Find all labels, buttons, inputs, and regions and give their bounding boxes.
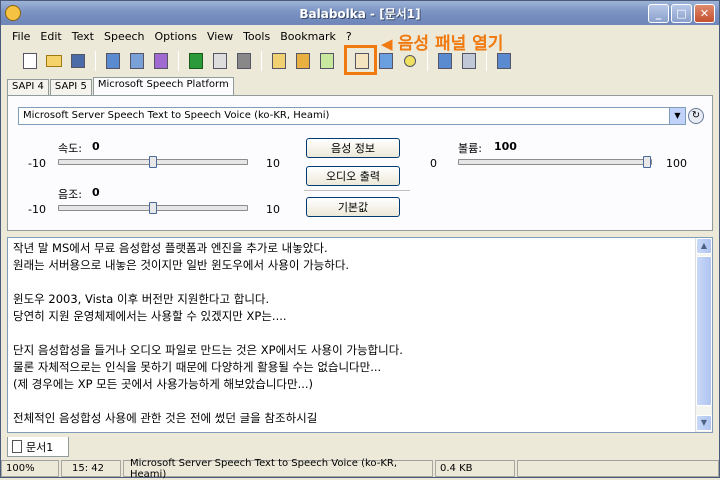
split-audio-icon[interactable] <box>126 50 148 72</box>
tab-speech-platform[interactable]: Microsoft Speech Platform <box>92 77 234 96</box>
status-bar: 100% 15: 42 Microsoft Server Speech Text… <box>1 458 719 480</box>
voice-select[interactable]: Microsoft Server Speech Text to Speech V… <box>18 107 686 125</box>
app-window: Balabolka - [문서1] _ □ ✕ File Edit Text S… <box>0 0 720 480</box>
close-button[interactable]: ✕ <box>694 4 715 23</box>
rate-label: 속도: <box>58 142 82 155</box>
minimize-button[interactable]: _ <box>648 4 669 23</box>
status-empty <box>517 460 719 477</box>
stop-icon[interactable] <box>233 50 255 72</box>
text-editor[interactable]: 작년 말 MS에서 무료 음성합성 플랫폼과 엔진을 추가로 내놓았다. 원래는… <box>7 237 713 433</box>
rate-slider[interactable] <box>58 156 248 168</box>
editor-line: 당연히 지원 운영체제에서는 사용할 수 있겠지만 XP는.... <box>13 309 287 323</box>
batch-convert-icon[interactable] <box>150 50 172 72</box>
scroll-thumb[interactable] <box>696 256 712 406</box>
maximize-button[interactable]: □ <box>671 4 692 23</box>
save-audio-icon[interactable] <box>102 50 124 72</box>
defaults-button[interactable]: 기본값 <box>306 197 400 217</box>
annotation-label: ◀ 음성 패널 열기 <box>381 34 504 54</box>
vertical-scrollbar[interactable]: ▲ ▼ <box>695 238 712 432</box>
pitch-slider[interactable] <box>58 202 248 214</box>
pitch-max: 10 <box>266 203 280 216</box>
annotation-text: 음성 패널 열기 <box>397 34 504 54</box>
scroll-down-icon[interactable]: ▼ <box>696 415 712 431</box>
tab-sapi5[interactable]: SAPI 5 <box>49 79 92 96</box>
editor-line: (제 경우에는 XP 모든 곳에서 사용가능하게 해보았습니다만...) <box>13 377 314 391</box>
menu-speech[interactable]: Speech <box>99 30 150 43</box>
volume-label: 볼륨: <box>458 142 482 155</box>
menu-options[interactable]: Options <box>150 30 202 43</box>
status-position: 15: 42 <box>61 460 121 477</box>
pause-icon[interactable] <box>209 50 231 72</box>
clipboard-icon[interactable] <box>268 50 290 72</box>
open-folder-icon[interactable] <box>43 50 65 72</box>
audio-output-button[interactable]: 오디오 출력 <box>306 166 400 186</box>
status-size: 0.4 KB <box>435 460 515 477</box>
volume-max: 100 <box>666 157 687 170</box>
refresh-icon[interactable]: ↻ <box>688 108 704 124</box>
open-file-icon[interactable] <box>292 50 314 72</box>
editor-line: 단지 음성합성을 들거나 오디오 파일로 만드는 것은 XP에서도 사용이 가능… <box>13 343 403 357</box>
editor-line: 작년 말 MS에서 무료 음성합성 플랫폼과 엔진을 추가로 내놓았다. <box>13 241 328 255</box>
editor-line: 물론 자체적으로는 인식을 못하기 때문에 다양하게 활용될 수는 없습니다만.… <box>13 360 382 374</box>
button-divider <box>304 190 410 191</box>
new-document-icon[interactable] <box>19 50 41 72</box>
window-title: Balabolka - [문서1] <box>299 7 421 21</box>
pitch-label: 음조: <box>58 188 82 201</box>
menu-tools[interactable]: Tools <box>238 30 275 43</box>
menu-view[interactable]: View <box>202 30 238 43</box>
pitch-value: 0 <box>92 186 100 199</box>
status-voice: Microsoft Server Speech Text to Speech V… <box>123 458 433 480</box>
editor-line: 원래는 서버용으로 내놓은 것이지만 일반 윈도우에서 사용이 가능하다. <box>13 258 350 272</box>
menu-bookmark[interactable]: Bookmark <box>275 30 341 43</box>
voice-panel: Microsoft Server Speech Text to Speech V… <box>7 95 713 231</box>
editor-line: 전체적인 음성합성 사용에 관한 것은 전에 썼던 글을 참조하시길 <box>13 411 318 425</box>
edit-icon[interactable] <box>316 50 338 72</box>
editor-line: 윈도우 2003, Vista 이후 버전만 지원한다고 합니다. <box>13 292 270 306</box>
chevron-down-icon[interactable]: ▼ <box>669 108 685 124</box>
menu-file[interactable]: File <box>7 30 35 43</box>
volume-slider-thumb[interactable] <box>643 156 651 168</box>
scroll-up-icon[interactable]: ▲ <box>696 238 712 254</box>
voice-select-value: Microsoft Server Speech Text to Speech V… <box>23 110 330 121</box>
menu-bar: File Edit Text Speech Options View Tools… <box>1 26 719 46</box>
tab-sapi4[interactable]: SAPI 4 <box>7 79 49 96</box>
save-icon[interactable] <box>67 50 89 72</box>
pitch-slider-thumb[interactable] <box>149 202 157 214</box>
document-tab[interactable]: 문서1 <box>7 437 69 457</box>
menu-help[interactable]: ? <box>341 30 357 43</box>
volume-value: 100 <box>494 140 517 153</box>
document-icon <box>12 440 22 453</box>
volume-min: 0 <box>430 157 437 170</box>
voice-info-button[interactable]: 음성 정보 <box>306 138 400 158</box>
rate-slider-thumb[interactable] <box>149 156 157 168</box>
menu-text[interactable]: Text <box>67 30 99 43</box>
rate-min: -10 <box>28 157 46 170</box>
document-tab-label: 문서1 <box>26 440 54 454</box>
volume-slider[interactable] <box>458 156 652 168</box>
pitch-min: -10 <box>28 203 46 216</box>
editor-text[interactable]: 작년 말 MS에서 무료 음성합성 플랫폼과 엔진을 추가로 내놓았다. 원래는… <box>13 240 683 432</box>
status-zoom: 100% <box>1 460 59 477</box>
rate-max: 10 <box>266 157 280 170</box>
rate-value: 0 <box>92 140 100 153</box>
play-icon[interactable] <box>185 50 207 72</box>
title-bar[interactable]: Balabolka - [문서1] _ □ ✕ <box>1 1 719 25</box>
highlight-box <box>344 45 377 75</box>
sapi-tabs: SAPI 4 SAPI 5 Microsoft Speech Platform <box>7 77 235 96</box>
menu-edit[interactable]: Edit <box>35 30 66 43</box>
